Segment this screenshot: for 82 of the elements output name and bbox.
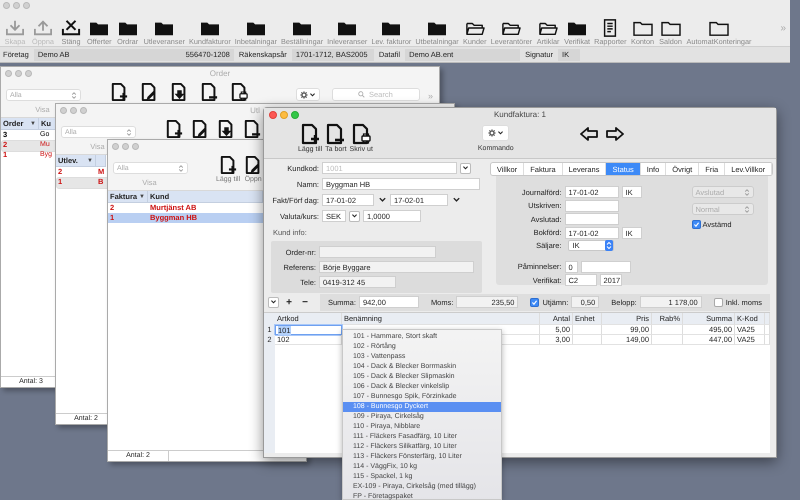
zoom-button[interactable] [80,106,87,114]
toolbar-button[interactable] [199,82,219,102]
chevron-icon [462,165,469,171]
stepper-icon [744,188,750,196]
left-arrow-icon [578,126,599,142]
previous-button[interactable] [578,126,599,142]
folder-icon [658,19,683,37]
stepper-icon [604,240,612,251]
close-button[interactable] [112,142,119,150]
window-title: Kundfaktura: 1 [492,110,548,119]
checkbox[interactable] [714,298,723,306]
chevron-icon [378,196,386,204]
minimize-button[interactable] [15,70,22,76]
next-button[interactable] [604,126,625,142]
check-icon [692,221,700,228]
stepper-icon [71,90,77,100]
document-pencil-icon [244,155,262,175]
close-button[interactable] [269,110,277,118]
document-minus-icon [244,119,260,139]
toolbar-button[interactable] [109,82,129,102]
document-pencil-icon [140,82,158,102]
date-field[interactable] [564,200,618,212]
table-cell [652,325,683,335]
table-cell [652,335,683,345]
window-title: Order [208,68,232,78]
dropdown-button[interactable] [460,162,471,174]
toolbar-button[interactable] [164,119,184,139]
chevron-icon [351,213,358,219]
document-minus-icon [200,82,218,102]
dropdown-button[interactable] [268,296,279,308]
document-minus-icon [326,123,346,145]
date-dropdown-button[interactable] [451,196,461,204]
text-field[interactable] [319,246,436,258]
window-title: Utl [249,106,261,114]
document-plus-icon [220,155,237,175]
close-button[interactable] [5,70,12,76]
document-printer-icon [352,123,371,145]
checkbox[interactable] [692,220,700,229]
date-dropdown-button[interactable] [377,196,387,204]
document-pencil-icon [192,119,208,139]
table-cell [573,335,602,345]
table-cell [573,325,602,335]
minimize-button[interactable] [280,110,288,118]
folder-icon [630,19,655,37]
upload-icon [31,19,55,37]
document-plus-icon [110,82,128,102]
chevron-icon [452,196,460,204]
zoom-button[interactable] [132,142,139,150]
command-button[interactable] [482,125,510,141]
date-field[interactable] [564,213,618,225]
gear-icon [488,129,496,137]
folder-icon [706,19,731,37]
toolbar-button[interactable] [242,119,262,139]
remove-row-button[interactable]: − [299,296,311,308]
gear-icon [300,90,308,98]
zoom-button[interactable] [25,70,32,76]
close-icon [59,19,83,37]
close-button[interactable] [60,106,67,114]
document-plus-icon [300,123,320,145]
chevron-icon [270,299,277,305]
command-button[interactable] [296,88,320,101]
right-arrow-icon [604,126,625,142]
dropdown-button[interactable] [349,210,360,222]
check-icon [531,298,538,306]
stepper-icon [744,204,750,214]
chevron-icon [496,130,504,136]
stepper-icon [178,164,184,172]
chevron-icon [309,92,316,98]
text-field[interactable] [580,260,630,272]
download-icon [3,19,27,37]
minimize-button[interactable] [70,106,77,114]
zoom-button[interactable] [291,110,299,118]
add-row-button[interactable]: + [283,296,295,308]
stepper-icon [126,128,132,136]
checkbox[interactable] [530,298,540,306]
minimize-button[interactable] [122,142,129,150]
document-arrow-icon [170,82,188,102]
document-printer-icon [230,82,248,102]
document-plus-icon [166,119,182,139]
toolbar-button[interactable] [229,82,249,102]
search-icon [358,91,365,98]
document-arrow-icon [218,119,234,139]
